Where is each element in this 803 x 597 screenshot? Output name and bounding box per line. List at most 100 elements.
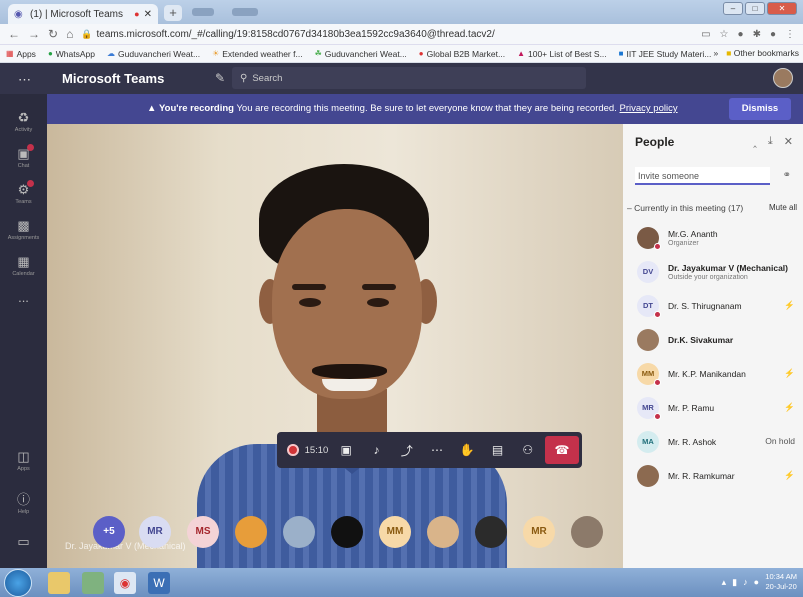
reload-icon[interactable]: ↻ [48, 27, 58, 41]
calculator-icon[interactable] [82, 572, 104, 594]
participant-row[interactable]: MR Mr. P. Ramu ⚡ [623, 391, 803, 425]
participant-overflow[interactable]: +5 [93, 516, 125, 548]
participant-bubble[interactable]: MR [523, 516, 555, 548]
participant-photo[interactable] [235, 516, 267, 548]
tab-close-icon[interactable]: ✕ [144, 9, 152, 20]
raise-hand-button[interactable]: ✋ [452, 443, 482, 457]
bookmark-apps[interactable]: ▦ Apps [0, 49, 42, 59]
more-bookmarks-button[interactable]: » [714, 48, 719, 58]
participant-bubble[interactable]: MS [187, 516, 219, 548]
participant-avatar [637, 329, 659, 351]
window-close-button[interactable]: ✕ [767, 2, 797, 15]
microphone-button[interactable]: ♪ [361, 443, 391, 457]
camera-off-button[interactable]: ▣ [331, 443, 361, 457]
user-avatar[interactable] [773, 68, 793, 88]
mic-off-icon: ⚡ [784, 300, 795, 310]
rail-item-chat[interactable]: ▣ Chat [0, 144, 47, 169]
star-icon[interactable]: ☆ [720, 29, 729, 40]
rail-item-calendar[interactable]: ▦ Calendar [0, 254, 47, 277]
browser-tab-teams[interactable]: ◉ (1) | Microsoft Teams ● ✕ [8, 4, 158, 24]
bookmark-weather-2[interactable]: ☀ Extended weather f... [206, 49, 309, 59]
close-panel-icon[interactable]: ✕ [784, 135, 793, 148]
clock[interactable]: 10:34 AM 20-Jul-20 [765, 572, 797, 592]
rail-item-apps[interactable]: ◫ Apps [0, 449, 47, 472]
clock-time: 10:34 AM [765, 572, 797, 581]
back-icon[interactable]: ← [8, 27, 20, 41]
compose-icon[interactable]: ✎ [215, 71, 225, 85]
participant-row[interactable]: DT Dr. S. Thirugnanam ⚡ [623, 289, 803, 323]
participant-bubble[interactable]: MR [139, 516, 171, 548]
bookmark-whatsapp[interactable]: ● WhatsApp [42, 49, 101, 59]
rail-item-teams[interactable]: ⚙ Teams [0, 180, 47, 205]
chat-button[interactable]: ▤ [482, 443, 512, 457]
home-icon[interactable]: ⌂ [66, 27, 73, 41]
participant-row[interactable]: MA Mr. R. Ashok On hold [623, 425, 803, 459]
antivirus-icon[interactable]: ● [754, 577, 759, 588]
download-icon[interactable]: ⤓ [768, 135, 773, 148]
url-field[interactable]: 🔒 teams.microsoft.com/_#/calling/19:8158… [81, 29, 701, 40]
bookmark-weather-1[interactable]: ☁ Guduvancheri Weat... [101, 49, 206, 59]
profile-icon[interactable]: ● [770, 29, 776, 40]
participant-row[interactable]: Mr. R. Ramkumar ⚡ [623, 459, 803, 493]
rail-item-more[interactable]: ... [0, 290, 47, 305]
mute-icon[interactable]: ‸ [753, 135, 757, 148]
forward-icon[interactable]: → [28, 27, 40, 41]
mute-all-button[interactable]: Mute all [769, 203, 797, 212]
bookmark-weather-3[interactable]: ☘ Guduvancheri Weat... [309, 49, 413, 59]
extension-icon[interactable]: ● [738, 29, 744, 40]
participant-row[interactable]: Mr.G. Ananth Organizer [623, 221, 803, 255]
puzzle-icon[interactable]: ✱ [753, 29, 761, 40]
invite-input[interactable]: Invite someone [635, 167, 770, 185]
start-button[interactable] [4, 569, 32, 597]
participant-bubble[interactable]: MM [379, 516, 411, 548]
recording-dot-icon: ● [134, 9, 140, 19]
dismiss-button[interactable]: Dismiss [729, 98, 791, 120]
rail-item-device[interactable]: ▭ [0, 534, 47, 550]
browser-tab-strip: ◉ (1) | Microsoft Teams ● ✕ + – □ ✕ [0, 0, 803, 24]
search-input[interactable]: ⚲ Search [232, 67, 586, 89]
pin-icon: ▲ [517, 49, 525, 58]
rail-item-activity[interactable]: ♻ Activity [0, 110, 47, 133]
bookmarks-right: » ■ Other bookmarks [713, 48, 799, 58]
blurred-tab [192, 8, 214, 16]
people-panel: People ‸ ⤓ ✕ Invite someone ⚭ – Currentl… [623, 124, 803, 568]
bookmark-iit[interactable]: ■ IIT JEE Study Materi... [613, 49, 718, 59]
network-icon[interactable]: ▮ [732, 577, 737, 588]
participant-row[interactable]: DV Dr. Jayakumar V (Mechanical) Outside yo… [623, 255, 803, 289]
chrome-icon[interactable]: ◉ [114, 572, 136, 594]
participant-photo[interactable] [427, 516, 459, 548]
hang-up-button[interactable]: ☎ [544, 436, 579, 464]
participant-photo[interactable] [571, 516, 603, 548]
cast-icon[interactable]: ▭ [701, 29, 710, 40]
other-bookmarks[interactable]: ■ Other bookmarks [726, 48, 799, 58]
tray-arrow-icon[interactable]: ▴ [722, 577, 727, 588]
explorer-icon[interactable] [48, 572, 70, 594]
app-launcher-icon[interactable]: ⋯ [18, 72, 31, 88]
new-tab-button[interactable]: + [164, 5, 182, 21]
people-title: People [635, 135, 675, 149]
participant-photo[interactable] [475, 516, 507, 548]
participants-button[interactable]: ⚇ [513, 443, 543, 457]
rail-item-help[interactable]: ⓘ Help [0, 489, 47, 515]
more-actions-button[interactable]: ⋯ [422, 443, 452, 457]
bookmark-list[interactable]: ▲ 100+ List of Best S... [511, 49, 613, 59]
share-screen-button[interactable]: ⤴ [392, 442, 422, 459]
app-title: Microsoft Teams [62, 71, 165, 86]
rail-item-assignments[interactable]: ▩ Assignments [0, 218, 47, 241]
share-link-icon[interactable]: ⚭ [783, 170, 791, 181]
participant-row[interactable]: Dr.K. Sivakumar [623, 323, 803, 357]
chat-icon: ▣ [17, 146, 30, 161]
participant-photo[interactable] [283, 516, 315, 548]
word-icon[interactable]: W [148, 572, 170, 594]
menu-icon[interactable]: ⋮ [785, 29, 795, 40]
participant-row[interactable]: MM Mr. K.P. Manikandan ⚡ [623, 357, 803, 391]
participant-photo[interactable] [331, 516, 363, 548]
maximize-button[interactable]: □ [745, 2, 765, 15]
bookmark-b2b[interactable]: ● Global B2B Market... [413, 49, 511, 59]
privacy-policy-link[interactable]: Privacy policy [620, 103, 678, 114]
banner-text: ▲ You're recording You are recording thi… [147, 103, 678, 114]
mic-off-icon: ⚡ [784, 470, 795, 480]
section-header[interactable]: – Currently in this meeting (17) [627, 203, 743, 213]
minimize-button[interactable]: – [723, 2, 743, 15]
volume-icon[interactable]: ♪ [743, 577, 748, 588]
